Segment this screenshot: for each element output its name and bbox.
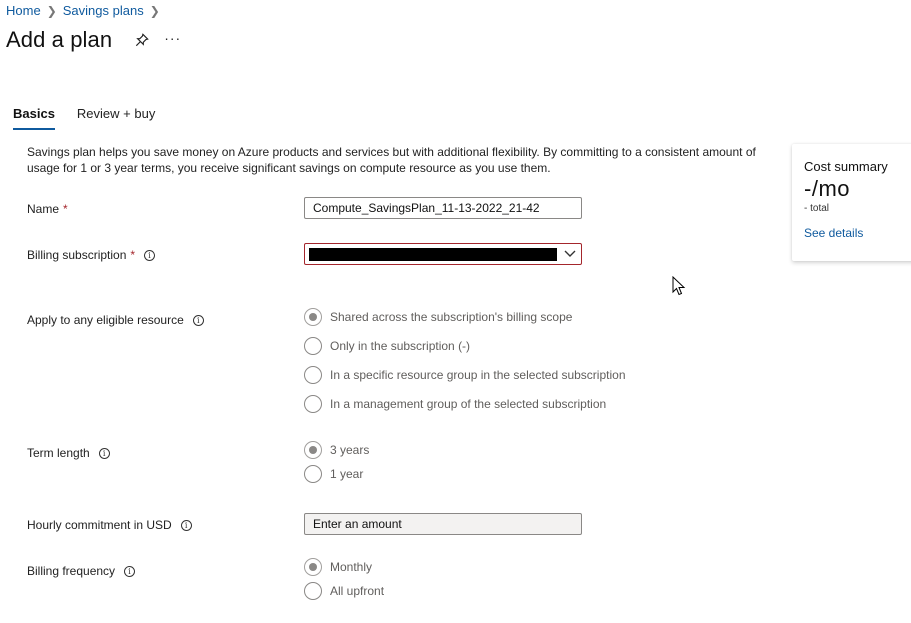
radio-button[interactable]: [304, 465, 322, 483]
radio-button-checked[interactable]: [304, 441, 322, 459]
pin-icon[interactable]: [134, 32, 150, 48]
info-icon[interactable]: i: [124, 565, 136, 577]
hourly-commitment-placeholder: Enter an amount: [313, 517, 402, 531]
radio-monthly[interactable]: Monthly: [304, 558, 384, 576]
term-length-radio-group: 3 years 1 year: [304, 441, 369, 483]
radio-label: All upfront: [330, 584, 385, 598]
billing-subscription-dropdown[interactable]: [304, 243, 582, 265]
page-header: Add a plan ···: [6, 27, 181, 53]
radio-button[interactable]: [304, 337, 322, 355]
tab-bar: Basics Review + buy: [13, 106, 177, 130]
see-details-link[interactable]: See details: [804, 226, 863, 240]
billing-frequency-label-text: Billing frequency: [27, 564, 116, 578]
hourly-commitment-label-text: Hourly commitment in USD: [27, 518, 172, 532]
chevron-down-icon[interactable]: [563, 247, 577, 261]
radio-label: Only in the subscription (-): [330, 339, 471, 353]
radio-button[interactable]: [304, 582, 322, 600]
term-length-label-text: Term length: [27, 446, 90, 460]
billing-subscription-label: Billing subscription * i: [27, 248, 156, 262]
cost-summary-total: - total: [804, 203, 830, 214]
required-marker: *: [130, 248, 136, 262]
info-icon[interactable]: i: [180, 519, 192, 531]
radio-resource-group[interactable]: In a specific resource group in the sele…: [304, 366, 626, 384]
tab-basics[interactable]: Basics: [13, 106, 55, 130]
radio-label: In a specific resource group in the sele…: [330, 368, 626, 382]
radio-button-checked[interactable]: [304, 558, 322, 576]
radio-1-year[interactable]: 1 year: [304, 465, 369, 483]
cost-summary-card: Cost summary -/mo - total See details: [792, 144, 911, 261]
radio-shared-scope[interactable]: Shared across the subscription's billing…: [304, 308, 626, 326]
radio-all-upfront[interactable]: All upfront: [304, 582, 384, 600]
hourly-commitment-label: Hourly commitment in USD i: [27, 518, 192, 532]
redacted-subscription-value: [309, 247, 557, 261]
name-label: Name *: [27, 202, 68, 216]
name-label-text: Name: [27, 202, 60, 216]
info-icon[interactable]: i: [98, 447, 110, 459]
apply-scope-label: Apply to any eligible resource i: [27, 313, 204, 327]
radio-label: 1 year: [330, 467, 364, 481]
name-input-value: Compute_SavingsPlan_11-13-2022_21-42: [313, 201, 540, 215]
radio-label: Shared across the subscription's billing…: [330, 310, 573, 324]
page-title: Add a plan: [6, 27, 113, 52]
breadcrumb-home[interactable]: Home: [6, 3, 41, 18]
radio-management-group[interactable]: In a management group of the selected su…: [304, 395, 626, 413]
term-length-label: Term length i: [27, 446, 110, 460]
mouse-cursor-icon: [672, 276, 686, 296]
cost-summary-value: -/mo: [804, 176, 850, 201]
radio-button[interactable]: [304, 395, 322, 413]
billing-frequency-label: Billing frequency i: [27, 564, 136, 578]
breadcrumb-savings-plans[interactable]: Savings plans: [63, 3, 144, 18]
radio-button[interactable]: [304, 366, 322, 384]
radio-single-subscription[interactable]: Only in the subscription (-): [304, 337, 626, 355]
chevron-right-icon: ❯: [149, 3, 160, 18]
required-marker: *: [63, 202, 68, 216]
apply-scope-label-text: Apply to any eligible resource: [27, 313, 184, 327]
radio-label: Monthly: [330, 560, 373, 574]
billing-subscription-label-text: Billing subscription: [27, 248, 127, 262]
info-icon[interactable]: i: [192, 314, 204, 326]
radio-label: In a management group of the selected su…: [330, 397, 607, 411]
radio-3-years[interactable]: 3 years: [304, 441, 369, 459]
cost-summary-title: Cost summary: [804, 159, 888, 174]
intro-description: Savings plan helps you save money on Azu…: [27, 145, 756, 175]
radio-label: 3 years: [330, 443, 370, 457]
radio-button-checked[interactable]: [304, 308, 322, 326]
tab-review-buy[interactable]: Review + buy: [77, 106, 155, 130]
breadcrumb: Home ❯ Savings plans ❯: [6, 3, 166, 18]
info-icon[interactable]: i: [144, 249, 156, 261]
more-options-icon[interactable]: ···: [164, 31, 181, 49]
apply-scope-radio-group: Shared across the subscription's billing…: [304, 308, 626, 413]
hourly-commitment-input[interactable]: Enter an amount: [304, 513, 582, 535]
billing-frequency-radio-group: Monthly All upfront: [304, 558, 384, 600]
name-input[interactable]: Compute_SavingsPlan_11-13-2022_21-42: [304, 197, 582, 219]
chevron-right-icon: ❯: [46, 3, 57, 18]
